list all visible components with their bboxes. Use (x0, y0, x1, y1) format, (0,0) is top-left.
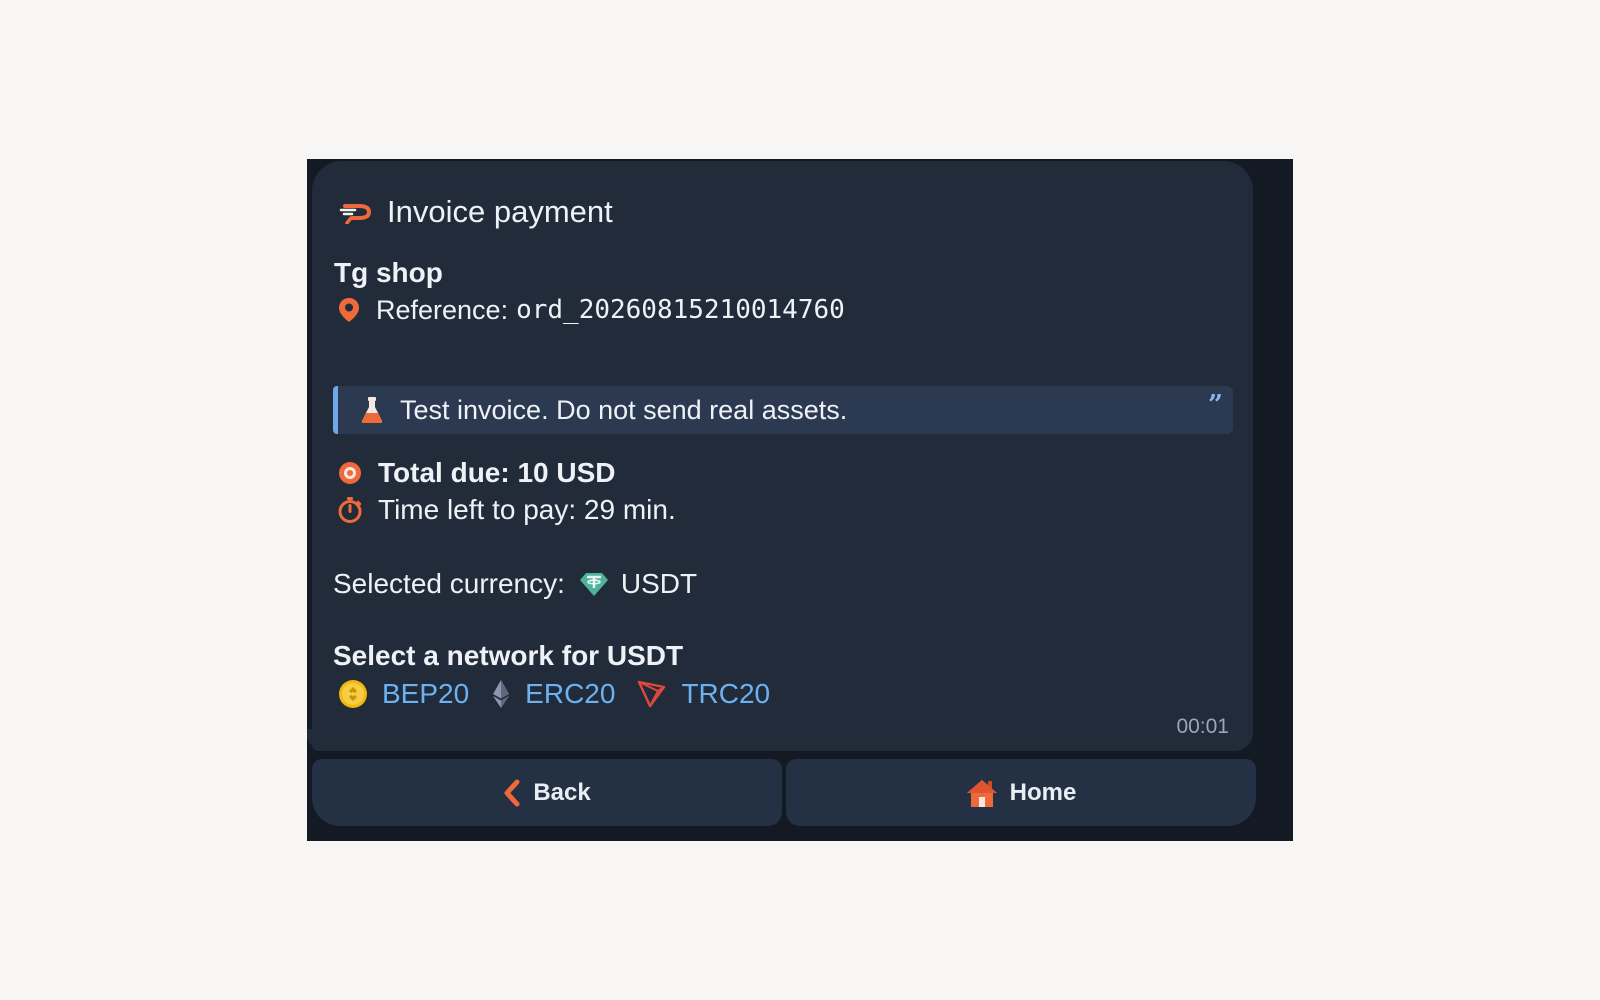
target-icon (338, 461, 362, 485)
selected-currency-row: Selected currency: USDT (333, 565, 697, 603)
bnb-coin-icon (338, 679, 368, 709)
network-options: BEP20 ERC20 TRC20 (338, 675, 792, 713)
time-left: Time left to pay: 29 min. (378, 494, 676, 525)
usdt-diamond-icon (579, 571, 609, 597)
currency-label: Selected currency: (333, 568, 565, 599)
quote-mark-icon: ” (1208, 390, 1223, 420)
currency-value: USDT (620, 568, 698, 599)
reference-label: Reference: (376, 294, 509, 325)
test-notice-quote: Test invoice. Do not send real assets. ” (333, 386, 1233, 434)
flask-icon (360, 396, 384, 424)
home-button-label: Home (1009, 778, 1077, 806)
reference-code[interactable]: ord_20260815210014760 (516, 295, 845, 325)
tron-icon (637, 680, 667, 708)
notice-text: Test invoice. Do not send real assets. (400, 394, 848, 425)
network-link-erc20[interactable]: ERC20 (525, 678, 615, 710)
time-left-row: Time left to pay: 29 min. (338, 491, 676, 529)
message-timestamp: 00:01 (1176, 715, 1229, 738)
brand-logo-icon (339, 200, 373, 224)
reference-row: Reference: ord_20260815210014760 (338, 291, 845, 329)
total-due-row: Total due: 10 USD (338, 454, 616, 492)
house-icon (966, 778, 998, 808)
notice-row: Test invoice. Do not send real assets. (360, 390, 847, 430)
back-button[interactable]: Back (312, 759, 782, 826)
shop-name: Tg shop (334, 257, 443, 288)
ethereum-icon (491, 679, 511, 709)
stopwatch-icon (338, 497, 362, 523)
network-link-bep20[interactable]: BEP20 (382, 678, 469, 710)
invoice-title-row: Invoice payment (339, 192, 613, 232)
chat-window: Invoice payment Tg shop Reference: ord_2… (307, 159, 1293, 841)
total-due: Total due: 10 USD (378, 457, 616, 488)
home-button[interactable]: Home (786, 759, 1256, 826)
page-title: Invoice payment (387, 194, 613, 229)
network-title: Select a network for USDT (333, 640, 684, 671)
back-button-label: Back (533, 778, 591, 806)
location-pin-icon (338, 297, 360, 323)
network-link-trc20[interactable]: TRC20 (681, 678, 770, 710)
chevron-left-icon (503, 779, 521, 807)
message-bubble: Invoice payment Tg shop Reference: ord_2… (312, 161, 1253, 751)
